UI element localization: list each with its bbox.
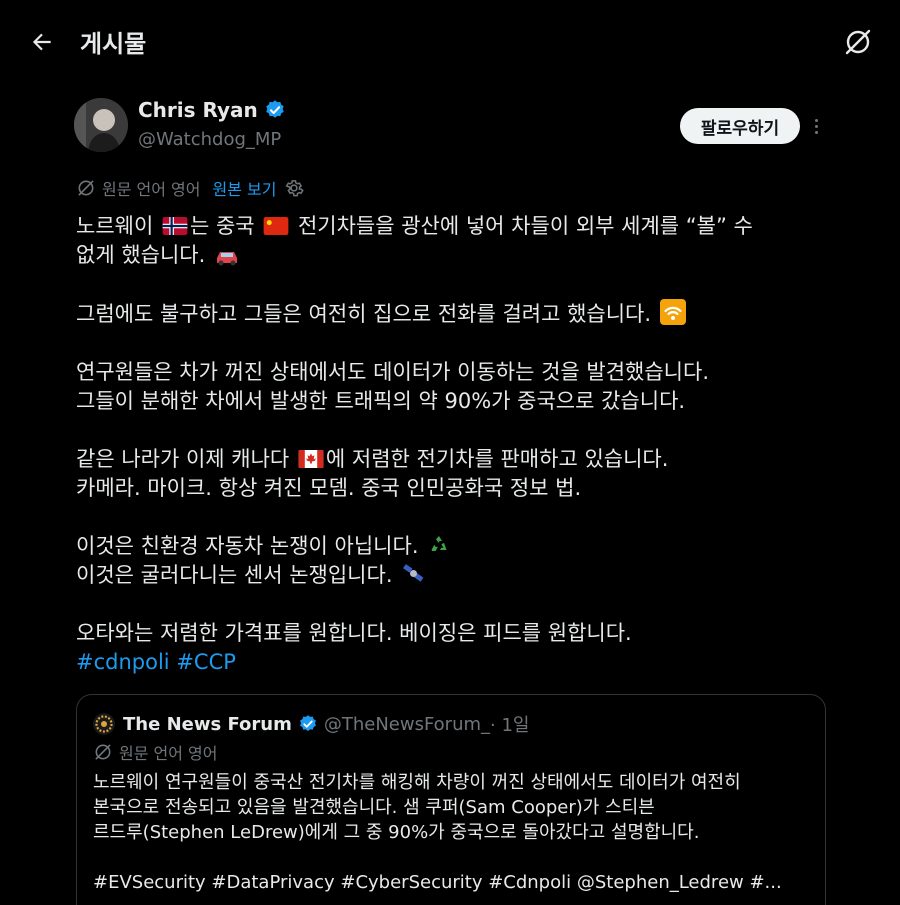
top-bar: 게시물 bbox=[0, 0, 900, 82]
translation-source-text: 원문 언어 영어 bbox=[102, 180, 201, 199]
translate-icon bbox=[78, 180, 94, 196]
tweet-text-fragment: 이것은 굴러다니는 센서 논쟁입니다. bbox=[76, 563, 393, 587]
gear-icon bbox=[286, 180, 305, 197]
tweet-line: 그럼에도 불구하고 그들은 여전히 집으로 전화를 걸려고 했습니다. bbox=[76, 299, 836, 329]
quoted-tweet-header: The News Forum @TheNewsForum_ · 1일 bbox=[93, 711, 530, 737]
translate-icon bbox=[95, 744, 111, 760]
tweet-line: 그들이 분해한 차에서 발생한 트래픽의 약 90%가 중국으로 갔습니다. bbox=[76, 389, 686, 413]
quote-hashtags: #EVSecurity #DataPrivacy #CyberSecurity … bbox=[93, 872, 782, 893]
tweet-line: 오타와는 저렴한 가격표를 원합니다. 베이징은 피드를 원합니다. bbox=[76, 621, 632, 645]
quoted-tweet[interactable]: The News Forum @TheNewsForum_ · 1일 원문 언어… bbox=[76, 694, 826, 905]
more-dot-icon bbox=[814, 124, 818, 128]
quote-author-name[interactable]: The News Forum bbox=[123, 714, 292, 735]
tweet-line: 없게 했습니다. bbox=[76, 241, 836, 270]
tweet-line: 카메라. 마이크. 항상 켜진 모뎀. 중국 인민공화국 정보 법. bbox=[76, 476, 582, 500]
signal-icon bbox=[659, 299, 686, 325]
tweet-hashtags: #cdnpoli #CCP bbox=[76, 648, 836, 677]
china-flag-icon bbox=[263, 217, 289, 235]
car-icon bbox=[216, 252, 237, 266]
quote-line: 본국으로 전송되고 있음을 발견했습니다. 샘 쿠퍼(Sam Cooper)가 … bbox=[93, 797, 655, 818]
quote-line: 르드루(Stephen LeDrew)에게 그 중 90%가 중국으로 돌아갔다… bbox=[93, 822, 700, 843]
tweet-text-fragment: 같은 나라가 이제 캐나다 bbox=[76, 447, 296, 471]
tweet-text-fragment: 없게 했습니다. bbox=[76, 243, 206, 267]
tweet-line: 이것은 굴러다니는 센서 논쟁입니다. bbox=[76, 561, 836, 590]
translate-off-icon bbox=[845, 29, 871, 55]
translation-settings-button[interactable] bbox=[284, 178, 305, 198]
tweet-text-fragment: 그럼에도 불구하고 그들은 여전히 집으로 전화를 걸려고 했습니다. bbox=[76, 302, 652, 326]
avatar[interactable] bbox=[74, 98, 128, 152]
tweet-author: Chris Ryan @Watchdog_MP 팔로우하기 bbox=[74, 98, 834, 158]
recycle-icon bbox=[431, 536, 447, 551]
tweet-text-fragment: 노르웨이 bbox=[76, 214, 160, 238]
author-name[interactable]: Chris Ryan bbox=[138, 98, 258, 122]
translation-info: 원문 언어 영어 원본 보기 bbox=[76, 176, 305, 200]
hashtag-link[interactable]: #CCP bbox=[176, 650, 236, 674]
norway-flag-icon bbox=[162, 217, 188, 235]
back-button[interactable] bbox=[26, 26, 58, 58]
tweet-text-fragment: 에 저렴한 전기차를 판매하고 있습니다. bbox=[325, 447, 669, 471]
verified-badge-icon bbox=[299, 715, 316, 731]
canada-flag-icon bbox=[298, 450, 324, 468]
quote-line: 노르웨이 연구원들이 중국산 전기차를 해킹해 차량이 꺼진 상태에서도 데이터… bbox=[93, 772, 741, 793]
quote-translation-info: 원문 언어 영어 bbox=[93, 741, 218, 763]
more-dot-icon bbox=[814, 118, 818, 122]
author-handle[interactable]: @Watchdog_MP bbox=[138, 129, 281, 150]
verified-badge-icon bbox=[266, 100, 284, 118]
author-name-row[interactable]: Chris Ryan bbox=[138, 98, 286, 122]
quote-translation-source: 원문 언어 영어 bbox=[119, 744, 218, 763]
hashtag-link[interactable]: #cdnpoli bbox=[76, 650, 170, 674]
tweet-text: 노르웨이 는 중국 전기차들을 광산에 넣어 차들이 외부 세계를 “볼” 수 … bbox=[76, 212, 836, 677]
quote-timestamp[interactable]: · 1일 bbox=[490, 711, 529, 737]
satellite-icon bbox=[403, 564, 424, 582]
tweet-line: 연구원들은 차가 꺼진 상태에서도 데이터가 이동하는 것을 발견했습니다. bbox=[76, 360, 709, 384]
follow-button[interactable]: 팔로우하기 bbox=[680, 108, 800, 144]
translate-toggle-button[interactable] bbox=[840, 24, 876, 60]
tweet-text-fragment: 전기차들을 광산에 넣어 차들이 외부 세계를 “볼” 수 bbox=[291, 214, 753, 238]
quote-author-handle[interactable]: @TheNewsForum_ bbox=[324, 714, 490, 735]
tweet-text-fragment: 는 중국 bbox=[189, 214, 262, 238]
tweet-text-fragment: 이것은 친환경 자동차 논쟁이 아닙니다. bbox=[76, 534, 419, 558]
show-original-link[interactable]: 원본 보기 bbox=[213, 176, 277, 200]
quote-avatar[interactable] bbox=[93, 713, 115, 735]
quoted-tweet-text: 노르웨이 연구원들이 중국산 전기차를 해킹해 차량이 꺼진 상태에서도 데이터… bbox=[93, 770, 813, 895]
tweet-line: 이것은 친환경 자동차 논쟁이 아닙니다. bbox=[76, 532, 836, 561]
more-options-button[interactable] bbox=[808, 112, 824, 140]
tweet-line: 같은 나라가 이제 캐나다 에 저렴한 전기차를 판매하고 있습니다. bbox=[76, 445, 836, 474]
page-title: 게시물 bbox=[80, 30, 147, 58]
arrow-left-icon bbox=[32, 33, 51, 51]
more-dot-icon bbox=[814, 130, 818, 134]
tweet-line: 노르웨이 는 중국 전기차들을 광산에 넣어 차들이 외부 세계를 “볼” 수 bbox=[76, 212, 836, 241]
